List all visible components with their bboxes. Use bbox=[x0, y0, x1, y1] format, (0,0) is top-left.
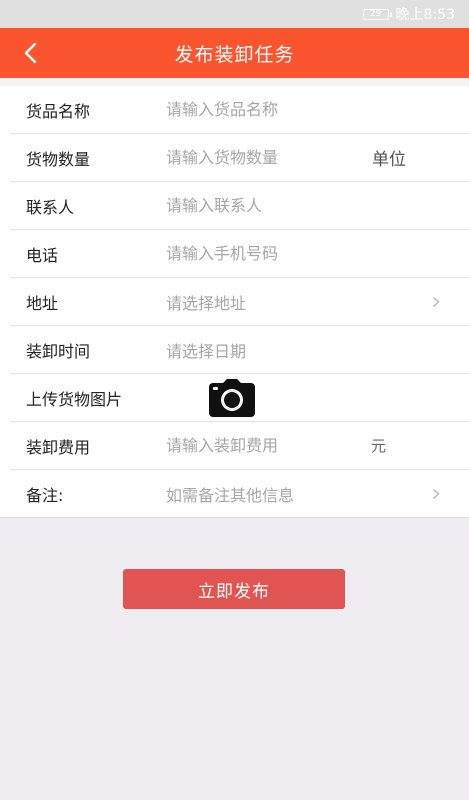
quantity-unit-selector[interactable]: 单位 bbox=[372, 145, 406, 170]
camera-icon bbox=[209, 379, 255, 417]
status-time: 晚上8:53 bbox=[395, 7, 455, 23]
back-button[interactable] bbox=[12, 28, 48, 78]
screen: 29 晚上8:53 发布装卸任务 货品名称 货物数量 单位 联系人 电话 bbox=[0, 0, 469, 800]
goods-name-label: 货品名称 bbox=[26, 101, 91, 121]
status-bar: 29 晚上8:53 bbox=[0, 0, 469, 28]
form-row-goods-name: 货品名称 bbox=[10, 86, 469, 134]
goods-quantity-input[interactable] bbox=[166, 148, 356, 167]
remark-label: 备注: bbox=[26, 485, 64, 505]
form-row-remark[interactable]: 备注: 如需备注其他信息 bbox=[10, 470, 469, 517]
task-form: 货品名称 货物数量 单位 联系人 电话 地址 请选择地址 装卸时间 请选择日期 bbox=[0, 86, 469, 518]
fee-label: 装卸费用 bbox=[26, 437, 91, 457]
fee-input[interactable] bbox=[166, 436, 356, 455]
phone-input[interactable] bbox=[166, 244, 356, 263]
contact-input[interactable] bbox=[166, 196, 356, 215]
form-row-goods-quantity: 货物数量 单位 bbox=[10, 134, 469, 182]
fee-unit: 元 bbox=[371, 437, 387, 455]
page-title: 发布装卸任务 bbox=[174, 43, 295, 66]
form-row-fee: 装卸费用 元 bbox=[10, 422, 469, 470]
form-row-photo: 上传货物图片 bbox=[10, 374, 469, 422]
title-bar: 发布装卸任务 bbox=[0, 28, 469, 78]
contact-label: 联系人 bbox=[26, 197, 75, 217]
form-row-contact: 联系人 bbox=[10, 182, 469, 230]
remark-input[interactable]: 如需备注其他信息 bbox=[166, 482, 356, 506]
battery-icon: 29 bbox=[362, 8, 389, 20]
form-row-time[interactable]: 装卸时间 请选择日期 bbox=[10, 326, 469, 374]
address-label: 地址 bbox=[26, 293, 59, 313]
goods-name-input[interactable] bbox=[166, 100, 356, 119]
photo-label: 上传货物图片 bbox=[26, 389, 123, 409]
phone-label: 电话 bbox=[26, 245, 59, 265]
publish-button[interactable]: 立即发布 bbox=[123, 569, 345, 609]
chevron-right-icon bbox=[429, 487, 443, 501]
form-row-address[interactable]: 地址 请选择地址 bbox=[10, 278, 469, 326]
date-selector[interactable]: 请选择日期 bbox=[166, 338, 356, 362]
form-row-phone: 电话 bbox=[10, 230, 469, 278]
time-label: 装卸时间 bbox=[26, 341, 91, 361]
chevron-left-icon bbox=[24, 42, 37, 64]
address-selector[interactable]: 请选择地址 bbox=[166, 290, 356, 314]
upload-photo-button[interactable] bbox=[206, 378, 258, 418]
chevron-right-icon bbox=[429, 295, 443, 309]
goods-quantity-label: 货物数量 bbox=[26, 149, 91, 169]
header-divider bbox=[0, 78, 469, 86]
battery-tip bbox=[389, 11, 392, 17]
